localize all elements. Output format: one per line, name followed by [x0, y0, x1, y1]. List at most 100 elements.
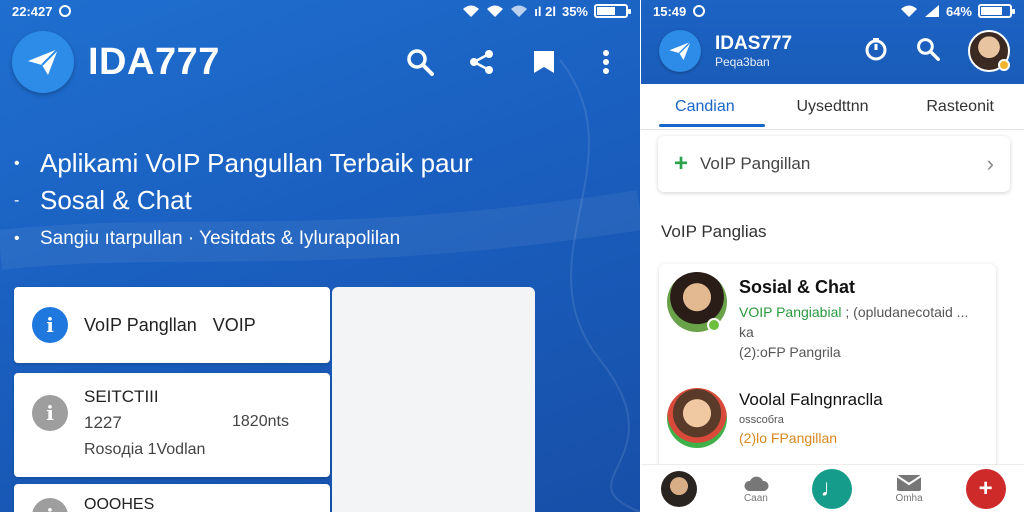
- list-item-title: SEITCTIII: [84, 387, 159, 406]
- status-dot: [998, 59, 1010, 71]
- right-screen: 15:49 64% IDAS777 Peqa3ban Candian Uysed…: [641, 0, 1024, 512]
- bookmark-icon[interactable]: [528, 46, 560, 78]
- left-screen: 22:427 ıl 2l 35% IDA777 • Aplikami VoIP …: [0, 0, 640, 512]
- list-item-third[interactable]: i OOOHES: [14, 484, 330, 512]
- bullet-marker: -: [14, 191, 20, 209]
- battery-percent: 64%: [945, 3, 972, 19]
- list-item-title: OOOHES: [84, 496, 155, 512]
- voip-call-card[interactable]: + VoIP Pangillan ›: [658, 136, 1010, 192]
- contact-line: ka: [739, 324, 754, 340]
- status-right: 64%: [900, 3, 1015, 19]
- bottom-nav: Caan ♩ Omha +: [641, 464, 1024, 512]
- nav-add[interactable]: +: [964, 467, 1008, 511]
- contact-status: VOIP Pangiabial: [739, 304, 842, 320]
- notification-icon: [693, 5, 706, 17]
- wifi-icon: [511, 5, 528, 17]
- status-bar: 15:49 64%: [641, 0, 1024, 22]
- search-icon[interactable]: [404, 46, 436, 78]
- battery-percent: 35%: [561, 3, 588, 19]
- chevron-right-icon: ›: [986, 151, 994, 176]
- mail-icon: [896, 475, 922, 491]
- info-icon: i: [32, 307, 68, 343]
- add-icon: +: [965, 468, 1006, 509]
- section-title: VoIP Panglias: [661, 222, 767, 241]
- send-logo-icon: [659, 30, 701, 72]
- contact-line: osscoбra: [739, 414, 784, 426]
- list-item-title: VoIP Pangllan: [84, 314, 197, 335]
- battery-icon: [978, 4, 1015, 18]
- music-note-icon: ♩: [812, 468, 853, 509]
- status-right: ıl 2l 35%: [462, 3, 631, 19]
- status-time: 22:427: [12, 3, 53, 19]
- bullet-marker: •: [14, 230, 20, 247]
- list-item-tag: VOIP: [212, 314, 256, 335]
- nav-label: Caan: [743, 493, 768, 504]
- tab-bar: Candian Uysedttnn Rasteonit: [641, 84, 1024, 130]
- tab-candian[interactable]: Candian: [641, 84, 769, 129]
- nav-profile[interactable]: [657, 467, 701, 511]
- contact-detail: ; (opludanecotaid ...: [845, 304, 969, 320]
- list-item-number: 1227: [84, 413, 122, 432]
- status-time-group: 22:427: [12, 4, 72, 19]
- side-panel: [332, 287, 535, 512]
- tab-uysedttnn[interactable]: Uysedttnn: [769, 84, 897, 129]
- profile-avatar[interactable]: [968, 30, 1010, 72]
- app-bar: IDA777: [12, 30, 628, 94]
- feature-item: - Sosal & Chat: [14, 182, 614, 219]
- feature-text: Aplikami VoIP Pangullan Terbaik paur: [40, 148, 473, 178]
- list-item-secondary[interactable]: i SEITCTIII 1227 1820nts Rosoдia 1Vodlan: [14, 373, 330, 477]
- feature-item: • Sangiu ıtarpullan · Yesitdats & Iylura…: [14, 219, 614, 259]
- feature-text: Sosal & Chat: [40, 185, 192, 215]
- feature-text: Sangiu ıtarpullan · Yesitdats & Iyluraрo…: [40, 228, 401, 249]
- bullet-marker: •: [14, 154, 20, 172]
- info-icon: i: [32, 395, 68, 431]
- app-bar-actions: [404, 46, 628, 78]
- list-item-voip[interactable]: i VoIP Pangllan VOIP: [14, 287, 330, 363]
- contact-status: (2)lo FPangillan: [739, 430, 838, 446]
- app-bar-actions: [864, 30, 1010, 72]
- contact-name: Sosial & Chat: [739, 277, 856, 297]
- list-item-subtitle: Rosoдia 1Vodlan: [84, 441, 206, 458]
- list-item-size: 1820nts: [232, 413, 289, 430]
- status-time: 15:49: [653, 3, 687, 19]
- wifi-icon: [900, 5, 917, 17]
- battery-icon: [594, 4, 631, 18]
- feature-list: • Aplikami VoIP Pangullan Terbaik paur -…: [14, 145, 614, 259]
- plus-icon: +: [674, 150, 689, 177]
- voip-call-label: VoIP Pangillan: [700, 154, 811, 173]
- app-screenshot: 22:427 ıl 2l 35% IDA777 • Aplikami VoIP …: [0, 0, 1024, 512]
- nav-mail[interactable]: Omha: [887, 467, 931, 511]
- title-block: IDAS777 Peqa3ban: [715, 33, 792, 69]
- wifi-icon: [463, 5, 480, 17]
- search-icon[interactable]: [916, 37, 940, 66]
- app-bar: IDAS777 Peqa3ban: [659, 28, 1010, 74]
- app-subtitle: Peqa3ban: [715, 55, 770, 69]
- signal-text: ıl 2l: [534, 3, 556, 19]
- status-bar: 22:427 ıl 2l 35%: [0, 0, 640, 22]
- signal-icon: [924, 5, 939, 17]
- online-indicator: [707, 318, 721, 332]
- contact-name: Voolal Falngnraclla: [739, 390, 883, 409]
- contact-line: VOIP Pangiabial ; (opludanecotaid ...: [739, 304, 968, 320]
- wifi-icon: [487, 5, 504, 17]
- cloud-icon: [744, 476, 769, 491]
- send-logo-icon: [12, 31, 74, 93]
- timer-icon[interactable]: [864, 37, 888, 66]
- header: 15:49 64% IDAS777 Peqa3ban: [641, 0, 1024, 84]
- tab-rasteonit[interactable]: Rasteonit: [896, 84, 1024, 129]
- info-icon: i: [32, 498, 68, 512]
- feature-item: • Aplikami VoIP Pangullan Terbaik paur: [14, 145, 614, 182]
- app-title: IDA777: [88, 40, 220, 83]
- nav-music[interactable]: ♩: [810, 467, 854, 511]
- app-title: IDAS777: [715, 33, 793, 54]
- avatar: [667, 388, 727, 448]
- notification-icon: [59, 5, 72, 17]
- contact-list: Sosial & Chat VOIP Pangiabial ; (opludan…: [659, 264, 996, 474]
- nav-chats[interactable]: Caan: [734, 467, 778, 511]
- avatar: [661, 470, 698, 507]
- more-vert-icon[interactable]: [590, 46, 622, 78]
- nav-label: Omha: [895, 493, 923, 504]
- status-time-group: 15:49: [653, 4, 706, 19]
- contact-line: (2):oFP Pangrila: [739, 344, 841, 360]
- share-icon[interactable]: [466, 46, 498, 78]
